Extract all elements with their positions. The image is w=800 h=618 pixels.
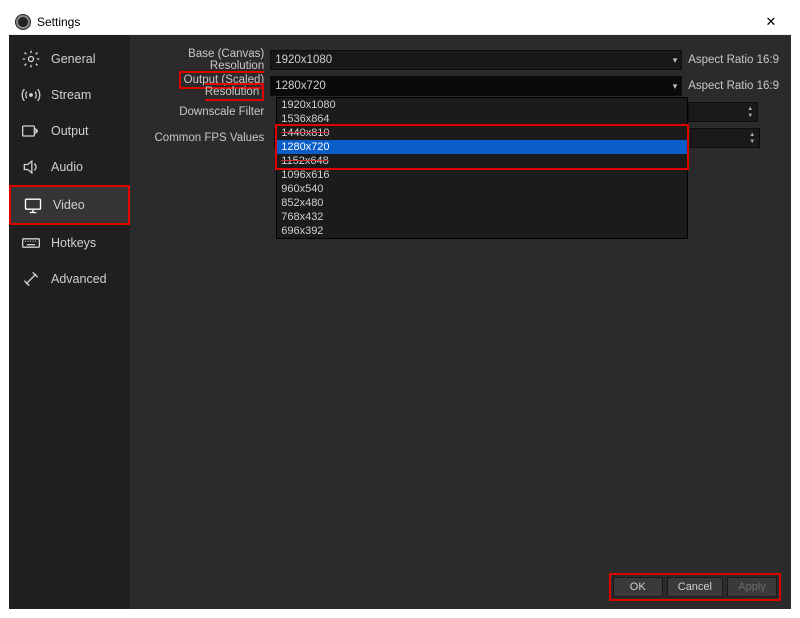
tools-icon bbox=[21, 269, 41, 289]
ok-button[interactable]: OK bbox=[613, 577, 663, 597]
monitor-icon bbox=[23, 195, 43, 215]
output-resolution-label: Output (Scaled) Resolution bbox=[142, 74, 270, 98]
sidebar-item-label: Output bbox=[51, 124, 89, 138]
fps-spinner[interactable]: ▲▼ bbox=[690, 128, 760, 148]
titlebar: Settings ✕ bbox=[9, 9, 791, 35]
audio-icon bbox=[21, 157, 41, 177]
base-aspect-label: Aspect Ratio 16:9 bbox=[688, 54, 779, 66]
settings-window: Settings ✕ General Stream Out bbox=[9, 9, 791, 609]
output-resolution-combo[interactable]: 1280x720 ▾ bbox=[270, 76, 682, 96]
sidebar-item-label: Video bbox=[53, 198, 85, 212]
sidebar-item-video[interactable]: Video bbox=[11, 187, 128, 223]
sidebar-item-advanced[interactable]: Advanced bbox=[9, 261, 130, 297]
keyboard-icon bbox=[21, 233, 41, 253]
sidebar-item-label: Audio bbox=[51, 160, 83, 174]
main-panel: Base (Canvas) Resolution 1920x1080 ▾ Asp… bbox=[130, 35, 791, 609]
window-body: General Stream Output Audio bbox=[9, 35, 791, 609]
resolution-option[interactable]: 960x540 bbox=[277, 182, 687, 196]
sidebar-item-label: Stream bbox=[51, 88, 91, 102]
downscale-filter-label: Downscale Filter bbox=[142, 106, 270, 118]
sidebar-item-stream[interactable]: Stream bbox=[9, 77, 130, 113]
output-aspect-label: Aspect Ratio 16:9 bbox=[688, 80, 779, 92]
output-icon bbox=[21, 121, 41, 141]
chevron-down-icon: ▾ bbox=[673, 55, 678, 66]
resolution-option[interactable]: 1152x648 bbox=[277, 154, 687, 168]
sidebar-item-output[interactable]: Output bbox=[9, 113, 130, 149]
base-resolution-value: 1920x1080 bbox=[275, 54, 332, 66]
resolution-option[interactable]: 1440x810 bbox=[277, 126, 687, 140]
row-output-resolution: Output (Scaled) Resolution 1280x720 ▾ As… bbox=[142, 75, 779, 97]
resolution-option[interactable]: 768x432 bbox=[277, 210, 687, 224]
sidebar-item-hotkeys[interactable]: Hotkeys bbox=[9, 225, 130, 261]
resolution-option[interactable]: 852x480 bbox=[277, 196, 687, 210]
footer-buttons: OK Cancel Apply bbox=[609, 573, 781, 601]
fps-label: Common FPS Values bbox=[142, 132, 270, 144]
chevron-down-icon: ▾ bbox=[673, 81, 678, 92]
resolution-option[interactable]: 1096x616 bbox=[277, 168, 687, 182]
cancel-button[interactable]: Cancel bbox=[667, 577, 723, 597]
sidebar-item-general[interactable]: General bbox=[9, 41, 130, 77]
base-resolution-combo[interactable]: 1920x1080 ▾ bbox=[270, 50, 682, 70]
gear-icon bbox=[21, 49, 41, 69]
sidebar-item-audio[interactable]: Audio bbox=[9, 149, 130, 185]
base-resolution-label: Base (Canvas) Resolution bbox=[142, 48, 270, 72]
app-icon bbox=[15, 14, 31, 30]
resolution-option[interactable]: 696x392 bbox=[277, 224, 687, 238]
sidebar-item-label: Advanced bbox=[51, 272, 107, 286]
row-base-resolution: Base (Canvas) Resolution 1920x1080 ▾ Asp… bbox=[142, 49, 779, 71]
sidebar-item-label: Hotkeys bbox=[51, 236, 96, 250]
resolution-option[interactable]: 1920x1080 bbox=[277, 98, 687, 112]
apply-button[interactable]: Apply bbox=[727, 577, 777, 597]
sidebar: General Stream Output Audio bbox=[9, 35, 130, 609]
window-title: Settings bbox=[37, 15, 751, 29]
sidebar-item-label: General bbox=[51, 52, 95, 66]
output-resolution-value: 1280x720 bbox=[275, 80, 326, 92]
resolution-option-selected[interactable]: 1280x720 bbox=[277, 140, 687, 154]
close-button[interactable]: ✕ bbox=[751, 14, 791, 30]
downscale-spinner[interactable]: ▲▼ bbox=[688, 102, 758, 122]
output-resolution-dropdown[interactable]: 1920x1080 1536x864 1440x810 1280x720 115… bbox=[276, 97, 688, 239]
signal-icon bbox=[21, 85, 41, 105]
